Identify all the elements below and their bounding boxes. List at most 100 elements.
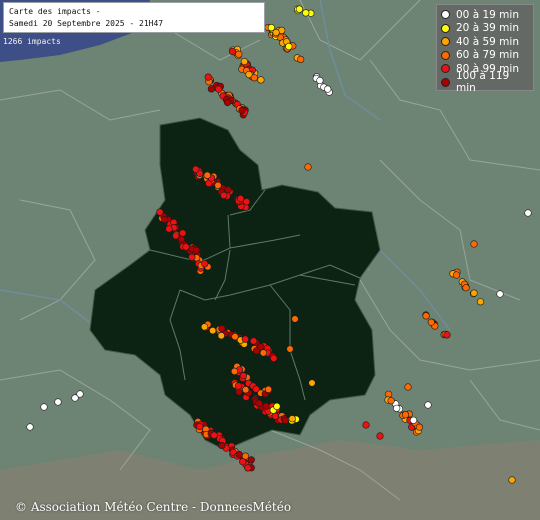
strike-marker <box>217 332 225 340</box>
strike-marker <box>247 456 255 464</box>
strike-marker <box>427 318 435 326</box>
legend-label: 00 à 19 min <box>456 8 519 21</box>
legend-label: 100 à 119 min <box>456 70 510 95</box>
strike-marker <box>71 394 79 402</box>
strike-marker <box>422 312 430 320</box>
strike-marker <box>462 284 470 292</box>
strike-marker <box>304 163 312 171</box>
strike-marker <box>239 372 247 380</box>
strike-marker <box>295 5 304 13</box>
copyright-notice: © Association Météo Centre - DonneesMété… <box>15 500 292 514</box>
strike-marker <box>161 215 169 224</box>
legend-dot-icon <box>441 50 450 60</box>
strike-marker <box>234 382 243 390</box>
strike-marker <box>286 345 294 353</box>
legend-item-1: 20 à 39 min <box>441 22 529 36</box>
strike-marker <box>235 50 243 58</box>
strike-marker <box>235 450 243 459</box>
strike-marker <box>291 315 299 323</box>
strike-marker <box>207 85 215 93</box>
map-title-box: Carte des impacts - Samedi 20 Septembre … <box>3 2 265 33</box>
strike-marker <box>230 367 239 376</box>
strike-marker <box>210 431 218 439</box>
strike-marker <box>238 106 246 114</box>
strike-marker <box>404 383 412 391</box>
strike-marker <box>250 337 258 345</box>
strike-marker <box>243 198 251 206</box>
strike-marker <box>239 458 247 466</box>
strike-marker <box>496 290 504 298</box>
strike-marker <box>297 55 305 64</box>
strike-marker <box>26 423 34 431</box>
strike-marker <box>401 411 410 419</box>
strike-marker <box>165 225 173 233</box>
strike-marker <box>192 165 200 173</box>
strike-marker <box>224 98 232 107</box>
impact-count: 1266 impacts <box>3 37 61 46</box>
legend-dot-icon <box>441 64 450 74</box>
strike-marker <box>376 432 384 440</box>
strike-marker <box>273 402 281 411</box>
strike-marker <box>241 335 249 343</box>
legend: 00 à 19 min 20 à 39 min 40 à 59 min 60 à… <box>436 4 534 94</box>
strike-marker <box>324 85 332 93</box>
strike-marker <box>192 246 201 254</box>
strike-marker <box>240 57 248 66</box>
legend-dot-icon <box>441 37 450 47</box>
strike-marker <box>255 399 263 407</box>
strike-marker <box>203 171 211 179</box>
strike-marker <box>237 195 245 203</box>
strike-marker <box>209 327 217 335</box>
strike-marker <box>285 42 293 51</box>
lightning-map: Carte des impacts - Samedi 20 Septembre … <box>0 0 540 520</box>
strike-marker <box>264 385 273 394</box>
strike-marker <box>215 85 223 93</box>
strike-marker <box>262 402 270 410</box>
strike-marker <box>244 464 252 472</box>
legend-label: 40 à 59 min <box>456 35 519 48</box>
strike-marker <box>201 260 209 268</box>
strike-marker <box>409 416 418 424</box>
strike-marker <box>362 421 370 429</box>
strike-marker <box>267 24 276 32</box>
strike-marker <box>228 47 237 56</box>
strike-marker <box>188 253 196 261</box>
legend-dot-icon <box>441 77 450 87</box>
strike-marker <box>220 191 228 199</box>
strike-marker <box>218 324 226 333</box>
legend-item-3: 60 à 79 min <box>441 49 529 63</box>
strike-marker <box>156 208 164 216</box>
legend-label: 20 à 39 min <box>456 22 519 35</box>
strike-marker <box>508 476 516 484</box>
strike-marker <box>196 423 204 431</box>
strike-marker <box>224 186 232 194</box>
strike-marker <box>316 76 324 85</box>
strike-marker <box>257 76 265 84</box>
title-line-1: Carte des impacts - <box>9 7 101 16</box>
strike-marker <box>259 349 268 357</box>
legend-item-5: 100 à 119 min <box>441 70 529 94</box>
strike-marker <box>415 423 424 431</box>
legend-label: 60 à 79 min <box>456 49 519 62</box>
strike-marker <box>308 379 316 387</box>
strike-marker <box>257 343 265 351</box>
strike-marker <box>470 240 478 248</box>
legend-item-0: 00 à 19 min <box>441 8 529 22</box>
strike-marker <box>182 243 190 251</box>
strike-marker <box>452 271 461 279</box>
legend-item-2: 40 à 59 min <box>441 35 529 49</box>
legend-dot-icon <box>441 10 450 20</box>
strike-marker <box>214 181 222 189</box>
strike-marker <box>252 385 260 393</box>
strike-marker <box>524 209 532 217</box>
strike-marker <box>250 74 258 82</box>
strike-marker <box>270 354 278 363</box>
strike-marker <box>470 289 478 297</box>
legend-dot-icon <box>441 23 450 33</box>
strike-marker <box>387 397 395 405</box>
strike-marker <box>242 386 250 394</box>
strike-marker <box>40 403 48 411</box>
title-line-2: Samedi 20 Septembre 2025 - 21H47 <box>9 19 164 28</box>
strike-marker <box>54 398 62 406</box>
strike-marker <box>200 323 209 331</box>
